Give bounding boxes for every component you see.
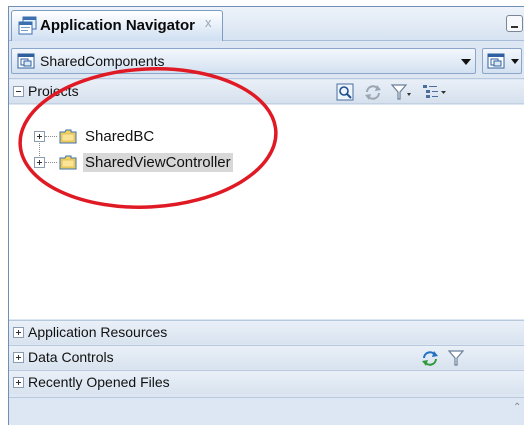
find-icon[interactable] (336, 83, 354, 101)
expand-icon[interactable] (34, 131, 45, 142)
application-icon (17, 53, 35, 69)
application-resources-section[interactable]: Application Resources (9, 320, 524, 344)
projects-tree: SharedBC SharedViewController (9, 105, 524, 319)
folder-icon (59, 129, 77, 144)
chevron-down-icon[interactable] (461, 59, 471, 65)
application-resources-label: Application Resources (28, 324, 168, 340)
collapse-icon[interactable] (13, 86, 24, 97)
chevron-down-icon (511, 59, 519, 64)
tree-item-label: SharedBC (85, 128, 155, 145)
expand-icon[interactable] (13, 377, 24, 388)
tree-connector (45, 162, 57, 163)
projects-title: Projects (28, 83, 79, 99)
refresh-icon[interactable] (420, 349, 440, 367)
expand-icon[interactable] (13, 327, 24, 338)
expand-icon[interactable] (13, 352, 24, 363)
application-selector-row: SharedComponents (9, 43, 524, 79)
tab-application-navigator[interactable]: Application Navigator x (11, 10, 223, 41)
tree-connector (45, 136, 57, 137)
folder-icon (59, 155, 77, 170)
application-navigator-panel: Application Navigator x SharedComponents (8, 6, 524, 425)
refresh-icon[interactable] (363, 83, 383, 101)
application-navigator-icon (18, 16, 37, 35)
application-menu-icon (487, 53, 505, 69)
filter-icon[interactable] (390, 83, 412, 101)
tree-item-label: SharedViewController (83, 153, 233, 172)
view-options-icon[interactable] (421, 83, 447, 101)
application-combo[interactable]: SharedComponents (11, 48, 476, 74)
minimize-button[interactable] (506, 15, 523, 32)
projects-section-header[interactable]: Projects (9, 80, 524, 104)
recently-opened-files-label: Recently Opened Files (28, 374, 170, 390)
application-combo-value: SharedComponents (40, 53, 165, 69)
recently-opened-files-section[interactable]: Recently Opened Files (9, 370, 524, 394)
tab-bar: Application Navigator x (9, 7, 524, 41)
close-tab-icon[interactable]: x (205, 15, 212, 30)
scroll-up-icon[interactable]: ⌃ (513, 402, 521, 413)
data-controls-label: Data Controls (28, 349, 114, 365)
footer-strip: ⌃ (9, 397, 524, 420)
expand-icon[interactable] (34, 157, 45, 168)
application-menu-button[interactable] (482, 48, 522, 74)
data-controls-section[interactable]: Data Controls (9, 345, 524, 369)
filter-icon[interactable] (447, 349, 465, 367)
navigator-title: Application Navigator (40, 17, 196, 34)
